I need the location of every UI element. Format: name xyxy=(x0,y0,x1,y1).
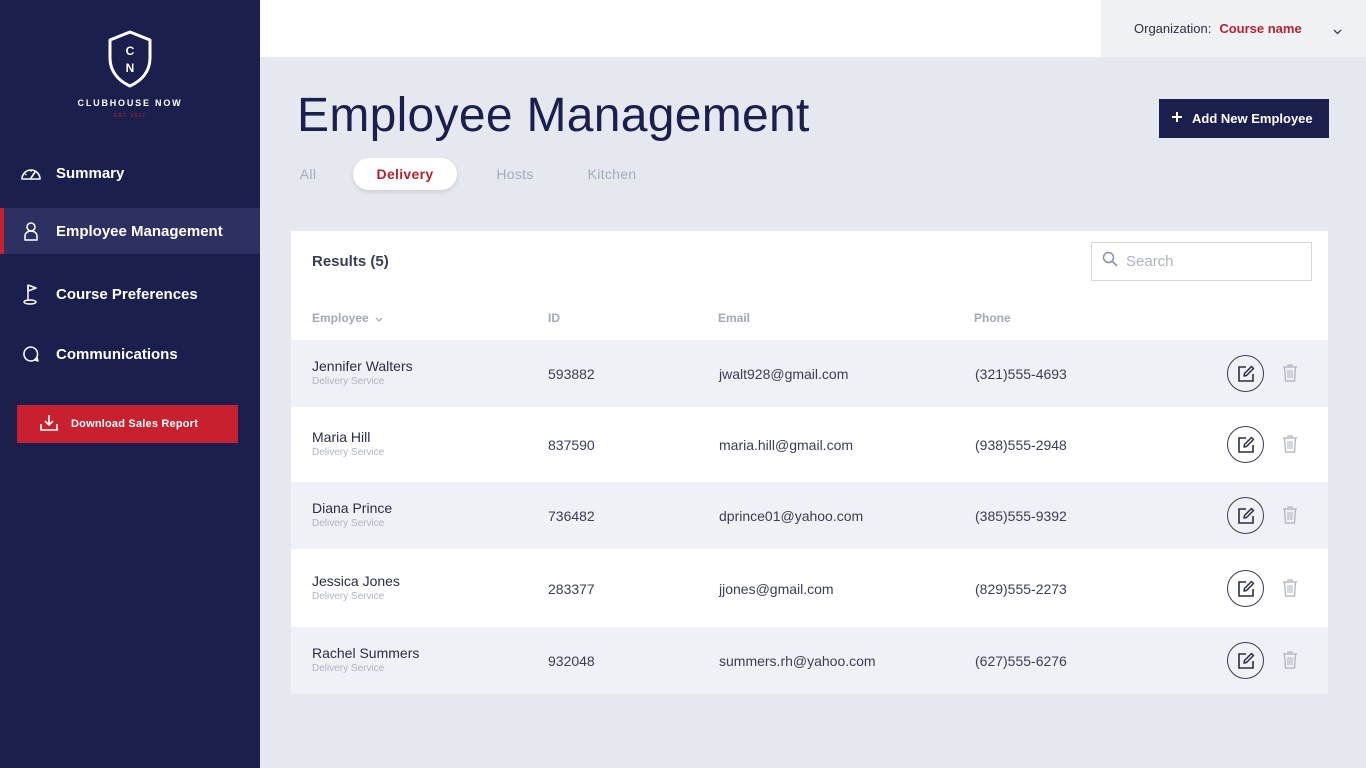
edit-button[interactable] xyxy=(1227,355,1264,392)
download-icon xyxy=(39,414,59,435)
search-icon xyxy=(1102,251,1118,272)
top-bar: Organization: Course name xyxy=(260,0,1366,57)
nav-item-communications[interactable]: Communications xyxy=(0,331,260,377)
organization-selector[interactable]: Organization: Course name xyxy=(1101,0,1366,57)
download-sales-report-label: Download Sales Report xyxy=(71,418,199,430)
nav-item-employee-management[interactable]: Employee Management xyxy=(0,208,260,254)
employee-role: Delivery Service xyxy=(312,376,385,387)
edit-button[interactable] xyxy=(1227,426,1264,463)
edit-icon xyxy=(1237,436,1254,453)
tab-all[interactable]: All xyxy=(291,158,325,190)
delete-button[interactable] xyxy=(1279,504,1301,526)
logo-name: CLUBHOUSE NOW xyxy=(77,98,183,108)
chat-bubble-icon xyxy=(20,343,42,365)
trash-icon xyxy=(1283,435,1297,453)
employee-table-card: Results (5) Employee ID Email Phone Jenn… xyxy=(291,231,1328,694)
golf-flag-icon xyxy=(20,283,42,305)
tab-hosts[interactable]: Hosts xyxy=(490,158,540,190)
employee-id: 593882 xyxy=(548,366,595,382)
person-icon xyxy=(20,220,42,242)
nav-item-summary[interactable]: Summary xyxy=(0,150,260,196)
add-new-employee-label: Add New Employee xyxy=(1192,111,1313,126)
table-row[interactable]: Maria Hill Delivery Service 837590 maria… xyxy=(291,411,1328,478)
delete-button[interactable] xyxy=(1279,362,1301,384)
column-header-phone: Phone xyxy=(974,311,1011,325)
sidebar: C N CLUBHOUSE NOW EST. 2017 Summary Empl… xyxy=(0,0,260,768)
nav-label-course-preferences: Course Preferences xyxy=(56,285,198,303)
table-row[interactable]: Jennifer Walters Delivery Service 593882… xyxy=(291,340,1328,407)
trash-icon xyxy=(1283,364,1297,382)
delete-button[interactable] xyxy=(1279,577,1301,599)
employee-name: Jessica Jones xyxy=(312,573,400,589)
download-sales-report-button[interactable]: Download Sales Report xyxy=(17,405,238,443)
edit-button[interactable] xyxy=(1227,570,1264,607)
employee-role: Delivery Service xyxy=(312,663,385,674)
trash-icon xyxy=(1283,579,1297,597)
logo[interactable]: C N CLUBHOUSE NOW EST. 2017 xyxy=(0,30,260,119)
tab-delivery[interactable]: Delivery xyxy=(353,158,457,190)
employee-role: Delivery Service xyxy=(312,518,385,529)
logo-monogram-top: C xyxy=(126,44,135,58)
page-title: Employee Management xyxy=(297,89,810,142)
employee-id: 283377 xyxy=(548,581,595,597)
plus-icon xyxy=(1171,111,1183,126)
edit-icon xyxy=(1237,580,1254,597)
logo-established: EST. 2017 xyxy=(113,113,147,119)
employee-email: maria.hill@gmail.com xyxy=(719,437,854,453)
nav-label-employee-management: Employee Management xyxy=(56,222,223,240)
column-header-email: Email xyxy=(718,311,751,325)
employee-role: Delivery Service xyxy=(312,591,385,602)
employee-email: summers.rh@yahoo.com xyxy=(719,653,876,669)
employee-name: Jennifer Walters xyxy=(312,358,413,374)
trash-icon xyxy=(1283,506,1297,524)
delete-button[interactable] xyxy=(1279,649,1301,671)
employee-name: Rachel Summers xyxy=(312,645,420,661)
gauge-icon xyxy=(20,162,42,184)
column-header-employee[interactable]: Employee xyxy=(312,311,383,325)
edit-button[interactable] xyxy=(1227,497,1264,534)
add-new-employee-button[interactable]: Add New Employee xyxy=(1159,99,1329,138)
employee-id: 837590 xyxy=(548,437,595,453)
chevron-down-icon xyxy=(1333,22,1342,40)
edit-icon xyxy=(1237,365,1254,382)
column-header-employee-label: Employee xyxy=(312,311,369,325)
results-count: Results (5) xyxy=(312,253,389,270)
nav-label-summary: Summary xyxy=(56,164,125,182)
search-input[interactable] xyxy=(1126,253,1296,270)
employee-email: jwalt928@gmail.com xyxy=(719,366,849,382)
employee-phone: (385)555-9392 xyxy=(975,508,1067,524)
table-row[interactable]: Rachel Summers Delivery Service 932048 s… xyxy=(291,627,1328,694)
search-box[interactable] xyxy=(1091,242,1312,281)
table-row[interactable]: Diana Prince Delivery Service 736482 dpr… xyxy=(291,482,1328,549)
edit-button[interactable] xyxy=(1227,642,1264,679)
employee-phone: (938)555-2948 xyxy=(975,437,1067,453)
sort-chevron-down-icon xyxy=(375,311,383,325)
employee-email: jjones@gmail.com xyxy=(719,581,834,597)
delete-button[interactable] xyxy=(1279,433,1301,455)
column-header-id: ID xyxy=(548,311,560,325)
employee-email: dprince01@yahoo.com xyxy=(719,508,864,524)
employee-role: Delivery Service xyxy=(312,447,385,458)
employee-phone: (321)555-4693 xyxy=(975,366,1067,382)
organization-label: Organization: xyxy=(1134,21,1212,36)
nav-label-communications: Communications xyxy=(56,345,178,363)
trash-icon xyxy=(1283,651,1297,669)
edit-icon xyxy=(1237,652,1254,669)
nav-item-course-preferences[interactable]: Course Preferences xyxy=(0,271,260,317)
employee-phone: (627)555-6276 xyxy=(975,653,1067,669)
organization-value: Course name xyxy=(1219,21,1302,36)
edit-icon xyxy=(1237,507,1254,524)
table-row[interactable]: Jessica Jones Delivery Service 283377 jj… xyxy=(291,555,1328,622)
employee-id: 932048 xyxy=(548,653,595,669)
logo-monogram-bottom: N xyxy=(126,61,135,75)
tab-kitchen[interactable]: Kitchen xyxy=(578,158,646,190)
employee-name: Diana Prince xyxy=(312,500,393,516)
shield-logo-icon: C N xyxy=(108,30,152,88)
employee-phone: (829)555-2273 xyxy=(975,581,1067,597)
employee-id: 736482 xyxy=(548,508,595,524)
employee-name: Maria Hill xyxy=(312,429,371,445)
